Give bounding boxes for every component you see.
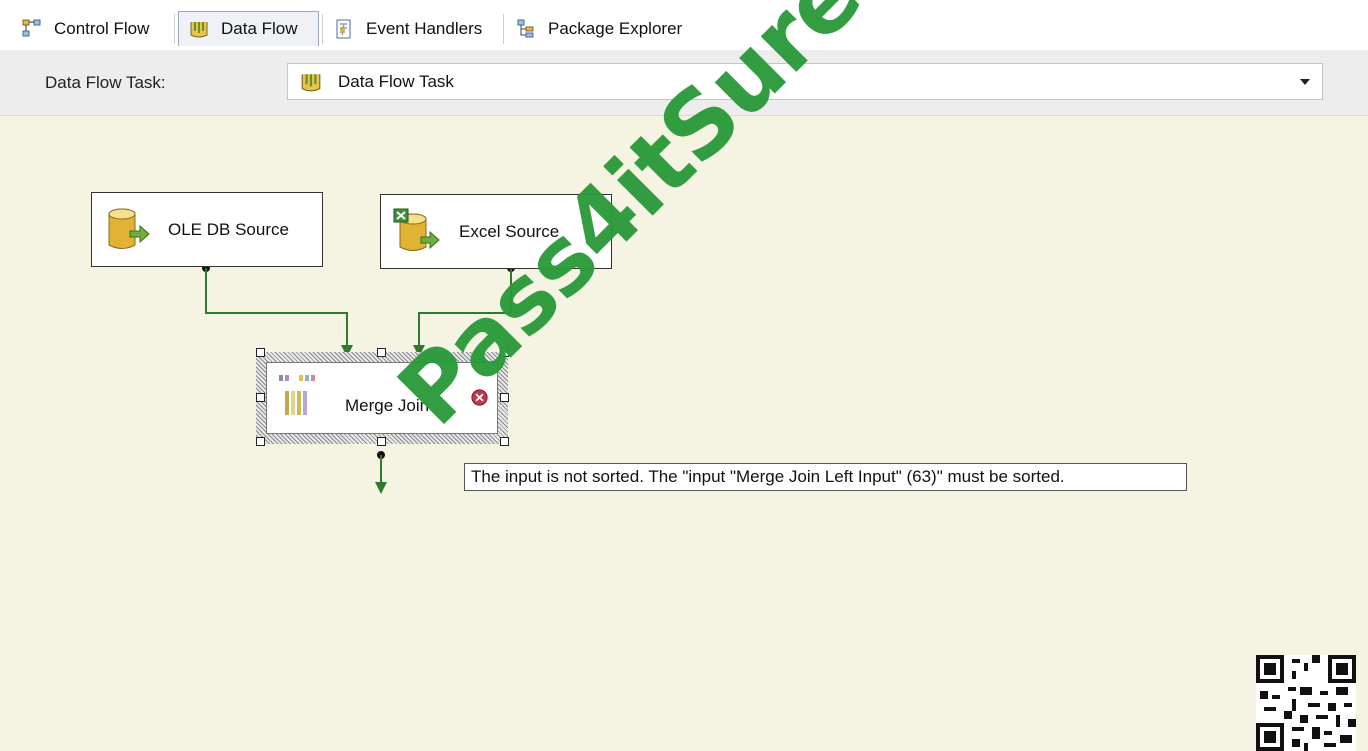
resize-handle[interactable] <box>256 393 265 402</box>
merge-join-icon <box>279 375 315 415</box>
qr-code-icon <box>1256 655 1356 751</box>
component-label: OLE DB Source <box>168 219 289 239</box>
resize-handle[interactable] <box>256 437 265 446</box>
resize-handle[interactable] <box>500 437 509 446</box>
database-arrow-icon <box>108 208 150 249</box>
resize-handle[interactable] <box>377 348 386 357</box>
excel-database-icon <box>393 208 440 251</box>
ole-db-source-path[interactable] <box>202 264 353 357</box>
merge-join-output-path[interactable] <box>375 451 387 494</box>
resize-handle[interactable] <box>256 348 265 357</box>
error-tooltip: The input is not sorted. The "input "Mer… <box>464 463 1187 491</box>
resize-handle[interactable] <box>377 437 386 446</box>
ole-db-source-component[interactable]: OLE DB Source <box>91 192 323 267</box>
